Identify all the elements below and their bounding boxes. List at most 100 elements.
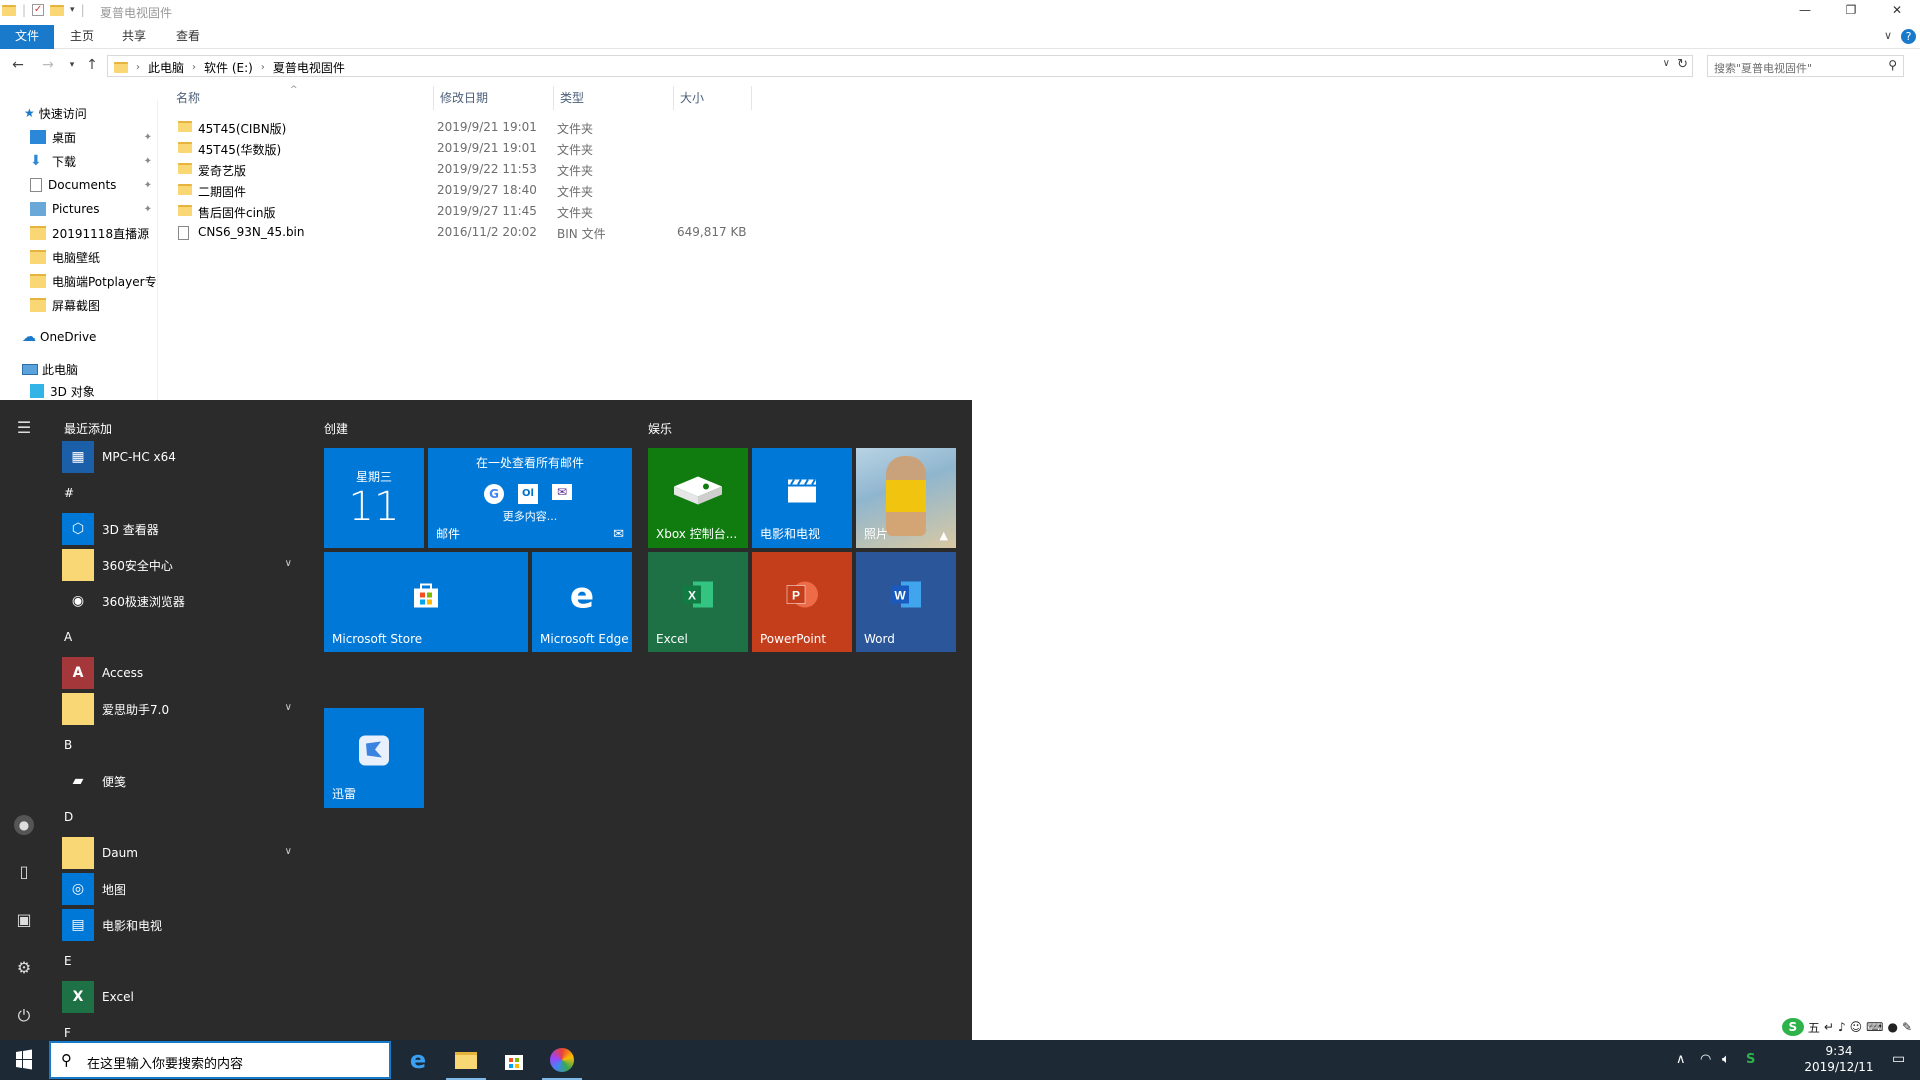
help-icon[interactable]: ? [1901, 29, 1916, 44]
app-list-item[interactable]: Daum ∨ [62, 836, 302, 870]
ime-voice-icon[interactable]: ♪ [1838, 1020, 1846, 1034]
breadcrumb-this-pc[interactable]: 此电脑 [148, 59, 184, 76]
app-list-item[interactable]: ⬡ 3D 查看器 [62, 512, 302, 546]
tile-mail[interactable]: 在一处查看所有邮件 G Ol ✉ 更多内容... 邮件 ✉ [428, 448, 632, 548]
restore-button[interactable]: ❐ [1828, 0, 1874, 22]
tile-photos[interactable]: 照片 ▲ [856, 448, 956, 548]
taskbar-search-box[interactable]: ⚲ 在这里输入你要搜索的内容 [49, 1041, 391, 1079]
file-row[interactable]: 爱奇艺版 2019/9/22 11:53 文件夹 [170, 159, 770, 180]
nav-item[interactable]: 电脑端Potplayer专 [30, 270, 188, 292]
app-list-item[interactable]: X Excel [62, 980, 302, 1014]
app-list-item[interactable]: ▤ 电影和电视 [62, 908, 302, 942]
volume-icon[interactable]: 🔈︎ [1722, 1052, 1730, 1067]
nav-item[interactable]: Pictures ✦ [30, 198, 188, 220]
recent-locations-button[interactable]: ▾ [62, 55, 82, 75]
file-row[interactable]: 二期固件 2019/9/27 18:40 文件夹 [170, 180, 770, 201]
clock[interactable]: 9:34 2019/12/11 [1804, 1043, 1874, 1075]
tab-share[interactable]: 共享 [108, 25, 160, 49]
ime-skin-icon[interactable]: ☺ [1850, 1020, 1863, 1034]
app-list-item[interactable]: A Access [62, 656, 302, 690]
app-section-header[interactable]: E [64, 954, 72, 968]
ime-tools-icon[interactable]: ✎ [1902, 1020, 1912, 1034]
app-section-header[interactable]: # [64, 486, 74, 500]
column-header-name[interactable]: 名称 ^ [170, 85, 434, 110]
file-row[interactable]: 售后固件cin版 2019/9/27 11:45 文件夹 [170, 201, 770, 222]
app-list-item[interactable]: ◉ 360极速浏览器 [62, 584, 302, 618]
taskbar-360-browser[interactable] [538, 1040, 586, 1080]
nav-item[interactable]: 20191118直播源 [30, 222, 188, 244]
address-dropdown-icon[interactable]: ∨ [1663, 58, 1670, 69]
tab-file[interactable]: 文件 [0, 25, 54, 49]
ime-keyboard-icon[interactable]: ⌨ [1866, 1020, 1883, 1034]
sogou-ime-icon[interactable]: S [1781, 1018, 1804, 1036]
tile-microsoft-edge[interactable]: e Microsoft Edge [532, 552, 632, 652]
nav-item[interactable]: ⬇ 下载 ✦ [30, 150, 188, 172]
app-list-item[interactable]: 爱思助手7.0 ∨ [62, 692, 302, 726]
app-section-header[interactable]: F [64, 1026, 71, 1040]
tile-word[interactable]: W Word [856, 552, 956, 652]
ribbon-expand-icon[interactable]: ∨ [1884, 29, 1892, 42]
nav-this-pc[interactable]: 此电脑 [22, 358, 180, 380]
nav-3d-objects[interactable]: 3D 对象 [30, 380, 188, 402]
column-header-date[interactable]: 修改日期 [434, 86, 554, 110]
ime-punct-icon[interactable]: ↵ [1824, 1020, 1834, 1034]
app-section-header[interactable]: A [64, 630, 72, 644]
file-row[interactable]: 45T45(华数版) 2019/9/21 19:01 文件夹 [170, 138, 770, 159]
nav-item[interactable]: 桌面 ✦ [30, 126, 188, 148]
properties-icon[interactable]: ✓ [32, 4, 45, 16]
sogou-tray-icon[interactable]: S [1746, 1052, 1755, 1067]
hamburger-menu-icon[interactable]: ☰ [12, 416, 36, 440]
show-hidden-icons[interactable]: ∧ [1676, 1052, 1686, 1067]
start-button[interactable] [0, 1040, 48, 1080]
settings-icon[interactable]: ⚙ [12, 956, 36, 980]
back-button[interactable]: ← [8, 55, 28, 75]
nav-item[interactable]: 屏幕截图 [30, 294, 188, 316]
app-list-item[interactable]: ▦ MPC-HC x64 [62, 440, 302, 474]
tab-view[interactable]: 查看 [162, 25, 214, 49]
app-list-item[interactable]: 360安全中心 ∨ [62, 548, 302, 582]
documents-icon[interactable]: ▯ [12, 860, 36, 884]
tile-xbox[interactable]: Xbox 控制台... [648, 448, 748, 548]
up-button[interactable]: ↑ [82, 55, 102, 75]
app-list-item[interactable]: ◎ 地图 [62, 872, 302, 906]
ime-mode-icon[interactable]: 五 [1808, 1019, 1820, 1036]
action-center-button[interactable]: ▭ [1880, 1040, 1920, 1080]
app-section-header[interactable]: B [64, 738, 72, 752]
taskbar-file-explorer[interactable] [442, 1040, 490, 1080]
refresh-icon[interactable]: ↻ [1677, 57, 1688, 72]
new-folder-icon[interactable] [50, 4, 65, 16]
pictures-icon[interactable]: ▣ [12, 908, 36, 932]
tile-calendar[interactable]: 星期三 11 [324, 448, 424, 548]
nav-onedrive[interactable]: ☁ OneDrive [22, 326, 180, 348]
minimize-button[interactable]: — [1782, 0, 1828, 22]
app-section-header[interactable]: D [64, 810, 73, 824]
tile-xunlei[interactable]: 迅雷 [324, 708, 424, 808]
tile-excel[interactable]: X Excel [648, 552, 748, 652]
nav-quick-access[interactable]: ★ 快速访问 [24, 102, 182, 124]
forward-button[interactable]: → [38, 55, 58, 75]
address-box[interactable]: › 此电脑 › 软件 (E:) › 夏普电视固件 ∨ ↻ [107, 55, 1693, 77]
nav-item[interactable]: Documents ✦ [30, 174, 188, 196]
column-header-size[interactable]: 大小 [674, 86, 752, 110]
customize-qat-icon[interactable]: ▾ [70, 5, 75, 15]
file-row[interactable]: 45T45(CIBN版) 2019/9/21 19:01 文件夹 [170, 117, 770, 138]
network-icon[interactable]: ◠ [1700, 1052, 1711, 1067]
search-icon[interactable]: ⚲ [1888, 58, 1897, 72]
file-row[interactable]: CNS6_93N_45.bin 2016/11/2 20:02 BIN 文件 649,… [170, 222, 770, 243]
tile-powerpoint[interactable]: P PowerPoint [752, 552, 852, 652]
tile-movies-tv[interactable]: 电影和电视 [752, 448, 852, 548]
power-icon[interactable]: ⏻ [12, 1004, 36, 1028]
tile-microsoft-store[interactable]: Microsoft Store [324, 552, 528, 652]
taskbar-store[interactable] [490, 1040, 538, 1080]
breadcrumb-current-folder[interactable]: 夏普电视固件 [273, 59, 345, 76]
column-header-type[interactable]: 类型 [554, 86, 674, 110]
ime-user-icon[interactable]: ● [1887, 1020, 1897, 1034]
app-list-item[interactable]: ▰ 便笺 [62, 764, 302, 798]
user-avatar[interactable]: ● [12, 812, 36, 836]
taskbar-edge[interactable]: e [394, 1040, 442, 1080]
close-button[interactable]: ✕ [1874, 0, 1920, 22]
tab-home[interactable]: 主页 [56, 25, 108, 49]
breadcrumb-drive[interactable]: 软件 (E:) [204, 59, 253, 76]
nav-item[interactable]: 电脑壁纸 [30, 246, 188, 268]
search-input[interactable]: 搜索"夏普电视固件" ⚲ [1707, 55, 1904, 77]
